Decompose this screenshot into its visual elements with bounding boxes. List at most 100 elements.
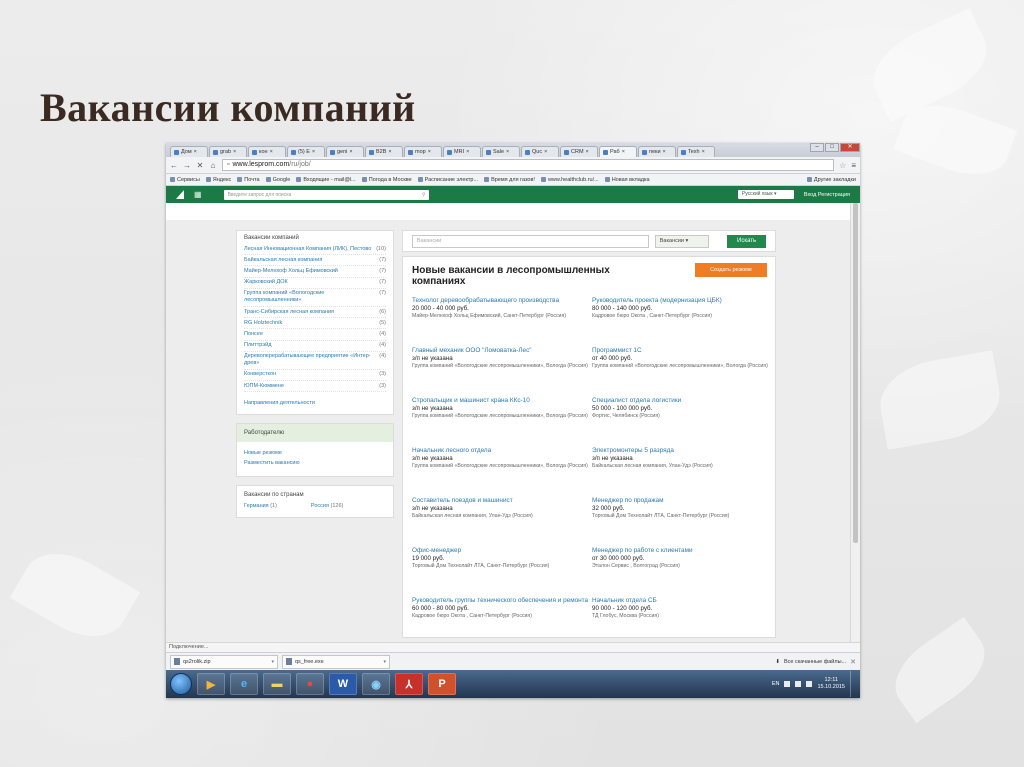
bookmark-item[interactable]: Почта (237, 177, 260, 183)
bookmark-item[interactable]: Яндекс (205, 177, 231, 183)
network-icon[interactable] (795, 681, 802, 687)
clock[interactable]: 12:11 15.10.2015 (817, 677, 845, 691)
bookmark-item[interactable]: Погода в Москве (361, 177, 412, 183)
vacancy-search-input[interactable]: Вакансии (412, 234, 649, 248)
bookmark-item[interactable]: Расписание электр... (417, 177, 478, 183)
flag-icon[interactable] (784, 681, 791, 687)
tab-close-icon[interactable]: × (586, 147, 589, 157)
post-vacancy-link[interactable]: Разместить вакансию (237, 458, 393, 468)
vacancy-title[interactable]: Составитель поездов и машинист (412, 497, 590, 505)
volume-icon[interactable] (806, 681, 813, 687)
company-name[interactable]: Майер-Мелнхоф Хольц Ефимовский (244, 268, 338, 275)
scrollbar-thumb[interactable] (853, 203, 858, 543)
bookmark-item[interactable]: Время для газов! (484, 177, 535, 183)
language-indicator[interactable]: EN (772, 681, 780, 687)
show-desktop-button[interactable] (850, 671, 856, 697)
close-icon[interactable]: ✕ (850, 658, 856, 666)
bookmark-item[interactable]: Сервисы (170, 177, 200, 183)
tab-close-icon[interactable]: × (270, 147, 273, 157)
tab-close-icon[interactable]: × (544, 147, 547, 157)
vacancy-title[interactable]: Руководитель группы технического обеспеч… (412, 597, 590, 605)
find-button[interactable]: Искать (727, 234, 766, 248)
bookmark-item[interactable]: Google (265, 177, 290, 183)
browser-tab[interactable]: Texh × (677, 146, 715, 157)
country-item[interactable]: Россия (126) (311, 503, 343, 509)
company-name[interactable]: Группа компаний «Вологодские лесопромышл… (244, 290, 375, 304)
vacancy-title[interactable]: Начальник отдела СБ (592, 597, 770, 605)
tab-close-icon[interactable]: × (506, 147, 509, 157)
tab-close-icon[interactable]: × (233, 147, 236, 157)
pdf-reader-icon[interactable]: ⅄ (395, 673, 423, 695)
grid-menu-icon[interactable]: ▦ (194, 190, 202, 199)
vacancy-title[interactable]: Стропальщик и машинист крана ККс-10 (412, 397, 590, 405)
company-name[interactable]: Конверсткон (244, 371, 276, 378)
country-name[interactable]: Германия (244, 503, 269, 509)
internet-explorer-icon[interactable]: e (230, 673, 258, 695)
company-list-item[interactable]: Лесная Инновационная Компания (ЛИК), Пес… (244, 244, 386, 256)
create-resume-button[interactable]: Создать резюме (695, 263, 767, 277)
company-name[interactable]: Лесная Инновационная Компания (ЛИК), Пес… (244, 246, 371, 253)
company-list-item[interactable]: Понсее (4) (244, 329, 386, 341)
tab-close-icon[interactable]: × (702, 147, 705, 157)
search-icon[interactable]: ⚲ (422, 190, 426, 200)
browser-tab[interactable]: пеки × (638, 146, 676, 157)
browser-tab[interactable]: B2B × (365, 146, 403, 157)
browser-app-icon[interactable]: ◉ (362, 673, 390, 695)
browser-tab[interactable]: grab × (209, 146, 247, 157)
browser-tab[interactable]: кон × (248, 146, 286, 157)
maximize-button[interactable]: □ (825, 143, 839, 152)
browser-tab[interactable]: Quc × (521, 146, 559, 157)
vacancy-title[interactable]: Технолог деревообрабатывающего производс… (412, 297, 590, 305)
browser-tab[interactable]: (5) Е × (287, 146, 325, 157)
page-scrollbar[interactable] (850, 203, 860, 642)
tab-close-icon[interactable]: × (349, 147, 352, 157)
tab-close-icon[interactable]: × (622, 147, 625, 157)
company-list-item[interactable]: Конверсткон (3) (244, 370, 386, 382)
browser-tab[interactable]: mop × (404, 146, 442, 157)
bookmark-item[interactable]: www.healthclub.ru/... (540, 177, 599, 183)
chevron-down-icon[interactable]: ▾ (383, 659, 386, 665)
forward-icon[interactable]: → (183, 161, 191, 170)
vacancy-title[interactable]: Менеджер по работе с клиентами (592, 547, 770, 555)
new-resumes-link[interactable]: Новые резюме (237, 448, 393, 458)
directions-link[interactable]: Направления деятельности (237, 398, 393, 414)
language-select[interactable]: Русский язык ▾ (737, 190, 794, 199)
browser-tab[interactable]: Sale × (482, 146, 520, 157)
browser-tab[interactable]: Раб × (599, 146, 637, 157)
company-list-item[interactable]: Транс-Сибирская лесная компания (6) (244, 307, 386, 319)
company-list-item[interactable]: Группа компаний «Вологодские лесопромышл… (244, 289, 386, 307)
all-downloads-link[interactable]: Все скачанные файлы... (784, 659, 846, 665)
company-list-item[interactable]: RG Holztechnik (5) (244, 318, 386, 330)
vacancy-title[interactable]: Начальник лесного отдела (412, 447, 590, 455)
browser-tab[interactable]: geni × (326, 146, 364, 157)
company-name[interactable]: RG Holztechnik (244, 320, 282, 327)
browser-tab[interactable]: MRI × (443, 146, 481, 157)
company-list-item[interactable]: Майер-Мелнхоф Хольц Ефимовский (7) (244, 266, 386, 278)
url-input[interactable]: ▫ www.lesprom.com/ru/job/ (222, 159, 835, 171)
site-logo-icon[interactable] (176, 190, 184, 199)
country-name[interactable]: Россия (311, 503, 329, 509)
company-name[interactable]: Транс-Сибирская лесная компания (244, 309, 334, 316)
chrome-icon[interactable]: ● (296, 673, 324, 695)
company-list-item[interactable]: Жарковский ДОК (7) (244, 278, 386, 289)
browser-tab[interactable]: Дом × (170, 146, 208, 157)
minimize-button[interactable]: – (810, 143, 824, 152)
tab-close-icon[interactable]: × (428, 147, 431, 157)
download-item[interactable]: qs2rolik.zip ▾ (170, 654, 278, 669)
company-name[interactable]: Байкальская лесная компания (244, 257, 322, 264)
tab-close-icon[interactable]: × (194, 147, 197, 157)
file-explorer-icon[interactable]: ▬ (263, 673, 291, 695)
vacancy-title[interactable]: Офис-менеджер (412, 547, 590, 555)
bookmark-star-icon[interactable]: ☆ (839, 161, 846, 170)
country-item[interactable]: Германия (1) (244, 503, 277, 509)
vacancy-title[interactable]: Менеджер по продажам (592, 497, 770, 505)
tab-close-icon[interactable]: × (466, 147, 469, 157)
bookmark-item[interactable]: Новая вкладка (604, 177, 650, 183)
vacancy-title[interactable]: Главный механик ООО "Ломоватка-Лес" (412, 347, 590, 355)
vacancy-title[interactable]: Руководитель проекта (модернизация ЦБК) (592, 297, 770, 305)
vacancy-title[interactable]: Электромонтеры 5 разряда (592, 447, 770, 455)
menu-icon[interactable]: ≡ (851, 161, 856, 170)
company-list-item[interactable]: Плиттрэйд (4) (244, 341, 386, 352)
site-search-input[interactable]: Введите запрос для поиска ⚲ (223, 189, 429, 200)
vacancy-title[interactable]: Специалист отдела логистики (592, 397, 770, 405)
